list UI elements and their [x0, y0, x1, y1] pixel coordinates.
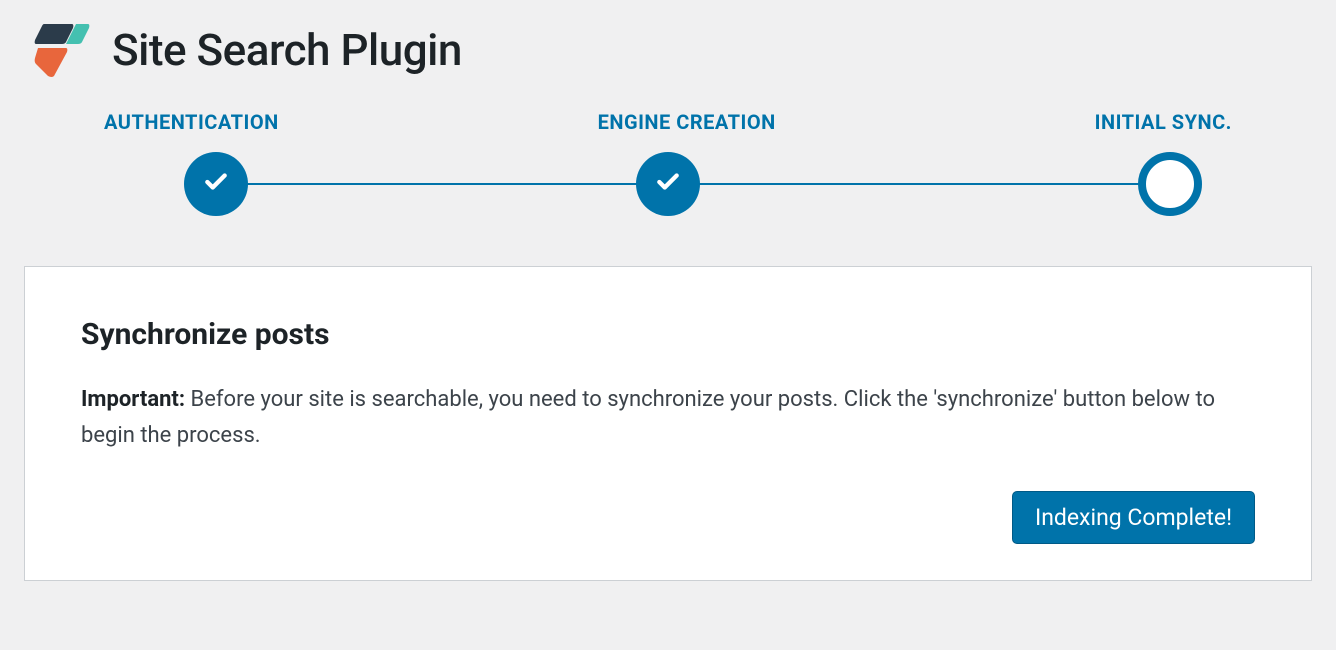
page-title: Site Search Plugin — [112, 24, 462, 76]
progress-stepper: AUTHENTICATION ENGINE CREATION INITIAL S… — [104, 110, 1232, 216]
panel-description: Important: Before your site is searchabl… — [81, 382, 1255, 455]
panel-body-text: Before your site is searchable, you need… — [81, 387, 1215, 448]
stepper-track — [104, 152, 1232, 216]
stepper-labels: AUTHENTICATION ENGINE CREATION INITIAL S… — [104, 110, 1232, 134]
step-label-authentication: AUTHENTICATION — [104, 110, 279, 134]
page-header: Site Search Plugin — [24, 20, 1312, 80]
step-label-initial-sync: INITIAL SYNC. — [1095, 110, 1232, 134]
step-circle-engine-creation — [636, 152, 700, 216]
panel-actions: Indexing Complete! — [81, 491, 1255, 544]
page-wrap: Site Search Plugin AUTHENTICATION ENGINE… — [0, 0, 1336, 581]
step-circle-initial-sync — [1138, 152, 1202, 216]
step-circle-authentication — [184, 152, 248, 216]
sync-panel: Synchronize posts Important: Before your… — [24, 266, 1312, 581]
important-label: Important: — [81, 387, 185, 412]
step-label-engine-creation: ENGINE CREATION — [598, 110, 776, 134]
check-icon — [203, 169, 229, 199]
panel-title: Synchronize posts — [81, 317, 1255, 352]
check-icon — [655, 169, 681, 199]
plugin-logo-icon — [32, 20, 92, 80]
indexing-complete-button[interactable]: Indexing Complete! — [1012, 491, 1255, 544]
